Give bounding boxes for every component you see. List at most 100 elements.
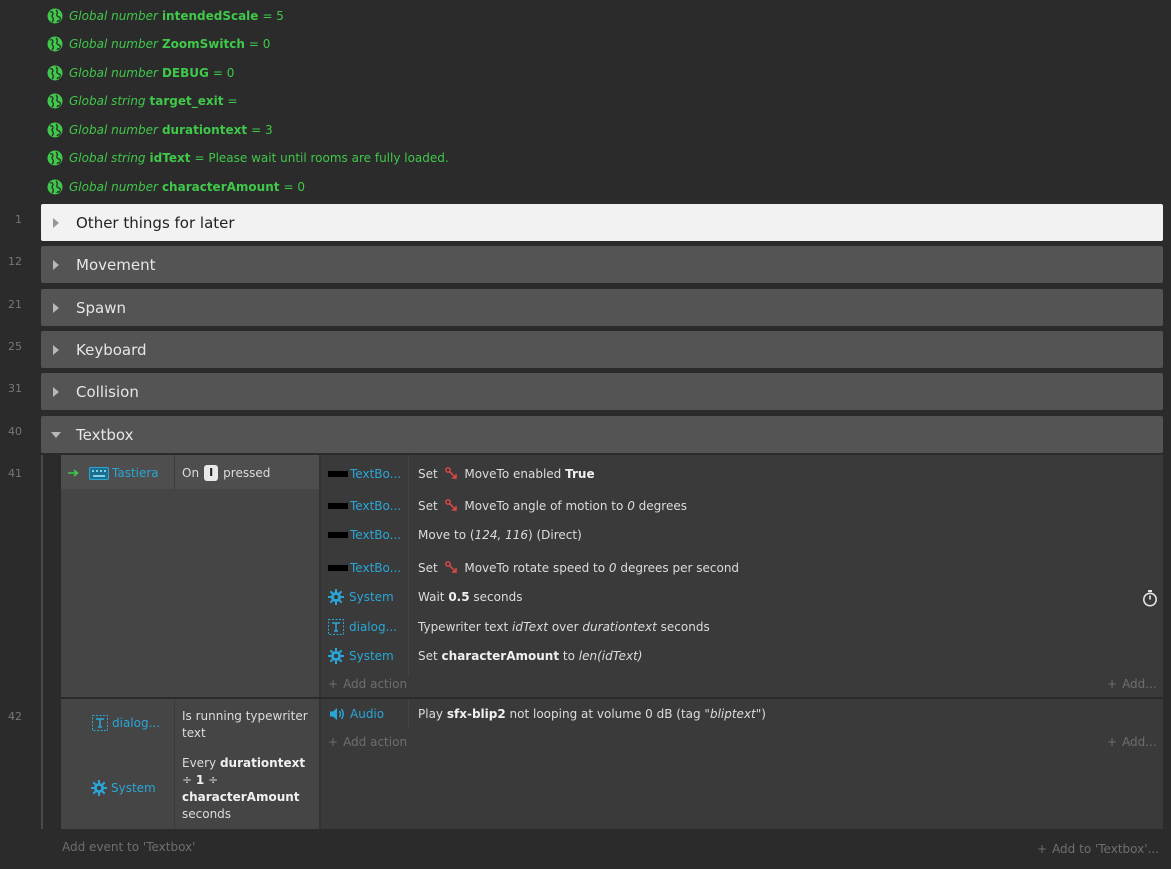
- action-text[interactable]: Move to (124, 116) (Direct): [418, 527, 582, 543]
- expand-triangle-icon[interactable]: [53, 259, 59, 270]
- action-object[interactable]: TextBo...: [328, 527, 401, 543]
- condition-object[interactable]: Tastiera: [112, 465, 159, 481]
- variable-value: = Please wait until rooms are fully load…: [194, 151, 449, 165]
- action-text[interactable]: Set MoveTo rotate speed to 0 degrees per…: [418, 560, 739, 576]
- expand-triangle-icon[interactable]: [53, 386, 59, 397]
- system-gear-icon: [328, 589, 344, 605]
- condition-object[interactable]: dialog...: [112, 715, 160, 731]
- group-header-movement[interactable]: Movement: [41, 246, 1163, 283]
- global-variable-row[interactable]: Global number durationtext = 3: [47, 120, 273, 140]
- add-more-button[interactable]: + Add...: [1107, 734, 1157, 750]
- collapse-triangle-icon[interactable]: [51, 431, 61, 438]
- action-text[interactable]: Wait 0.5 seconds: [418, 589, 522, 605]
- action-text[interactable]: Play sfx-blip2 not looping at volume 0 d…: [418, 706, 766, 722]
- variable-name: durationtext: [161, 123, 248, 137]
- global-variable-row[interactable]: Global number intendedScale = 5: [47, 6, 284, 26]
- action-object[interactable]: System: [328, 589, 394, 605]
- variable-name: intendedScale: [161, 9, 259, 23]
- textbox-sprite-icon: [328, 503, 348, 509]
- line-number: 1: [15, 213, 22, 226]
- variable-kind: Global number: [69, 37, 158, 51]
- action-object[interactable]: Audio: [350, 706, 384, 722]
- global-variable-row[interactable]: Global string idText = Please wait until r…: [47, 148, 449, 168]
- global-variable-row[interactable]: Global number DEBUG = 0: [47, 63, 234, 83]
- group-title: Spawn: [76, 298, 127, 317]
- moveto-arrow-icon: [445, 467, 458, 479]
- add-action-button[interactable]: + Add action: [328, 734, 407, 750]
- textbox-object-icon: [92, 714, 108, 732]
- add-more-button[interactable]: + Add...: [1107, 676, 1157, 692]
- group-title: Movement: [76, 255, 156, 274]
- global-variable-row[interactable]: Global number characterAmount = 0: [47, 177, 305, 197]
- line-number: 42: [8, 710, 22, 723]
- variable-value: = 3: [251, 123, 273, 137]
- group-header-keyboard[interactable]: Keyboard: [41, 331, 1163, 368]
- condition-suffix: pressed: [223, 466, 271, 480]
- condition-object[interactable]: System: [111, 780, 156, 796]
- keyboard-icon: [89, 465, 109, 481]
- expand-triangle-icon[interactable]: [53, 344, 59, 355]
- globe-icon: [47, 93, 63, 109]
- variable-kind: Global number: [69, 9, 158, 23]
- group-header-other-things-for-later[interactable]: Other things for later: [41, 204, 1163, 241]
- group-header-textbox[interactable]: Textbox: [41, 416, 1163, 453]
- action-text[interactable]: Typewriter text idText over durationtext…: [418, 619, 710, 635]
- stopwatch-icon: [1142, 589, 1158, 607]
- globe-icon: [47, 8, 63, 24]
- group-header-spawn[interactable]: Spawn: [41, 289, 1163, 326]
- group-title: Collision: [76, 382, 139, 401]
- key-badge: I: [204, 465, 219, 481]
- add-event-link[interactable]: Add event to 'Textbox': [62, 839, 195, 855]
- condition-text[interactable]: Every durationtext ÷ 1 ÷ characterAmount…: [182, 755, 314, 823]
- globe-icon: [47, 179, 63, 195]
- variable-name: ZoomSwitch: [161, 37, 245, 51]
- group-header-collision[interactable]: Collision: [41, 373, 1163, 410]
- audio-icon: [329, 706, 345, 722]
- variable-value: = 0: [248, 37, 271, 51]
- conditions-column[interactable]: [61, 455, 319, 697]
- globe-icon: [47, 122, 63, 138]
- textbox-sprite-icon: [328, 565, 348, 571]
- line-number: 21: [8, 298, 22, 311]
- variable-name: DEBUG: [161, 66, 209, 80]
- variable-kind: Global number: [69, 180, 158, 194]
- group-title: Other things for later: [76, 213, 235, 232]
- action-text[interactable]: Set characterAmount to len(idText): [418, 648, 642, 664]
- condition-text[interactable]: Is running typewriter text: [182, 708, 312, 742]
- textbox-sprite-icon: [328, 471, 348, 477]
- expand-triangle-icon[interactable]: [53, 217, 59, 228]
- moveto-arrow-icon: [445, 561, 458, 573]
- condition-text[interactable]: On I pressed: [182, 464, 270, 482]
- variable-value: = 0: [212, 66, 235, 80]
- action-text[interactable]: Set MoveTo enabled True: [418, 466, 595, 482]
- variable-kind: Global string: [69, 94, 146, 108]
- action-object[interactable]: System: [328, 648, 394, 664]
- expand-triangle-icon[interactable]: [53, 302, 59, 313]
- variable-value: =: [227, 94, 238, 108]
- action-object[interactable]: TextBo...: [328, 560, 401, 576]
- add-action-button[interactable]: + Add action: [328, 676, 407, 692]
- textbox-sprite-icon: [328, 532, 348, 538]
- add-to-group-link[interactable]: + Add to 'Textbox'...: [1037, 841, 1159, 857]
- action-text[interactable]: Set MoveTo angle of motion to 0 degrees: [418, 498, 687, 514]
- variable-name: idText: [149, 151, 191, 165]
- globe-icon: [47, 65, 63, 81]
- action-object[interactable]: TextBo...: [328, 498, 401, 514]
- variable-kind: Global number: [69, 123, 158, 137]
- group-indent-bar: [41, 455, 43, 829]
- variable-name: characterAmount: [161, 180, 280, 194]
- action-object[interactable]: dialog...: [328, 619, 397, 635]
- action-object[interactable]: TextBo...: [328, 466, 401, 482]
- group-title: Textbox: [76, 425, 134, 444]
- system-gear-icon: [91, 780, 107, 796]
- line-number: 31: [8, 382, 22, 395]
- global-variable-row[interactable]: Global number ZoomSwitch = 0: [47, 34, 270, 54]
- global-variable-row[interactable]: Global string target_exit =: [47, 91, 238, 111]
- variable-value: = 5: [262, 9, 284, 23]
- variable-kind: Global string: [69, 151, 146, 165]
- variable-kind: Global number: [69, 66, 158, 80]
- trigger-arrow-icon: [68, 465, 80, 481]
- globe-icon: [47, 36, 63, 52]
- globe-icon: [47, 150, 63, 166]
- line-number: 25: [8, 340, 22, 353]
